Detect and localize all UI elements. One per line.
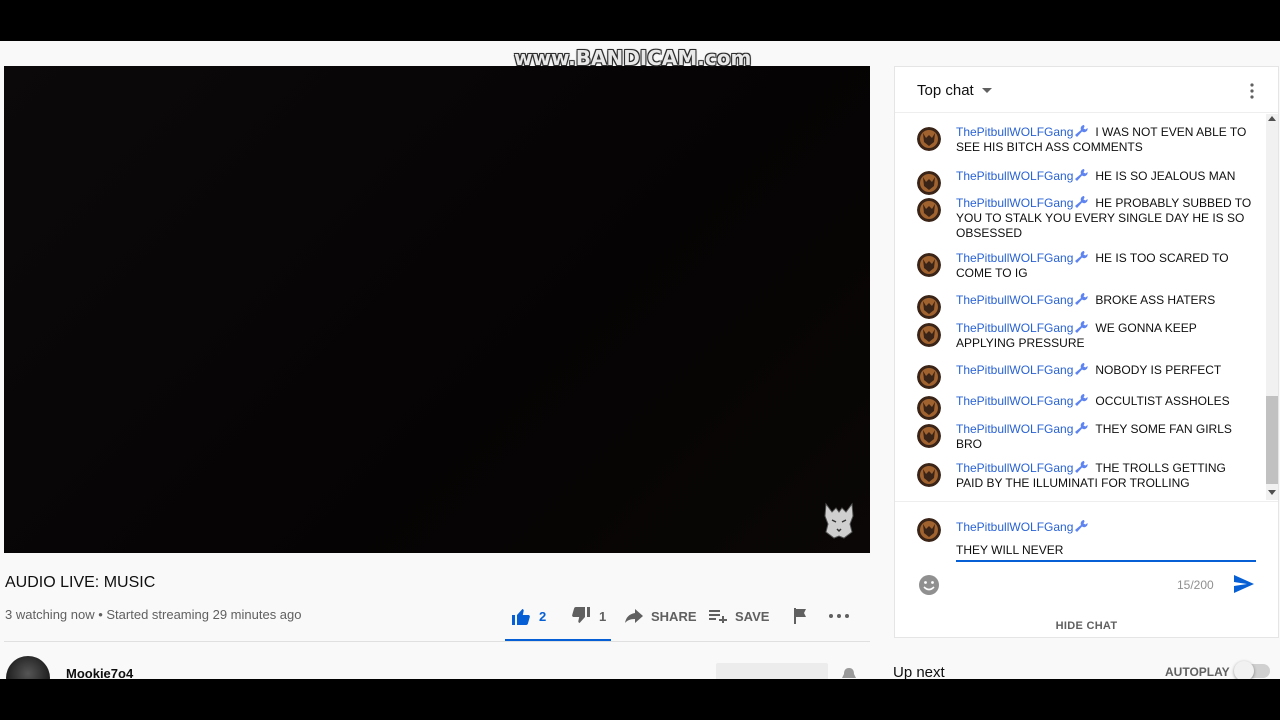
chat-header: Top chat — [895, 67, 1278, 113]
letterbox-bar — [0, 679, 1280, 720]
divider — [4, 641, 870, 642]
dislike-count: 1 — [599, 608, 607, 624]
report-button[interactable] — [789, 600, 829, 632]
video-actions: 2 1 SHARE SAVE — [505, 600, 859, 642]
chat-composer: ThePitbullWOLFGang 15/200 HIDE CHAT — [895, 501, 1278, 639]
composer-avatar — [917, 518, 941, 542]
author-avatar[interactable] — [917, 198, 941, 222]
chat-message-text: HE IS SO JEALOUS MAN — [1095, 169, 1236, 183]
playlist-add-icon — [709, 610, 727, 623]
emoji-icon[interactable] — [918, 574, 940, 596]
chat-author[interactable]: ThePitbullWOLFGang — [956, 251, 1073, 265]
video-meta: 3 watching now • Started streaming 29 mi… — [5, 607, 302, 622]
wrench-icon — [1075, 520, 1088, 532]
share-button[interactable]: SHARE — [611, 600, 697, 632]
chat-mode-dropdown[interactable]: Top chat — [917, 82, 992, 99]
author-avatar[interactable] — [917, 253, 941, 277]
chat-author[interactable]: ThePitbullWOLFGang — [956, 169, 1073, 183]
scroll-down-arrow-icon[interactable] — [1268, 490, 1276, 495]
chat-message-body: ThePitbullWOLFGang HE IS TOO SCARED TO CO… — [956, 251, 1252, 281]
chat-author[interactable]: ThePitbullWOLFGang — [956, 125, 1073, 139]
chat-message-body: ThePitbullWOLFGang THE TROLLS GETTING PAI… — [956, 461, 1252, 491]
more-horizontal-icon — [829, 614, 849, 618]
composer-author-name: ThePitbullWOLFGang — [956, 520, 1074, 534]
chat-message-text: BROKE ASS HATERS — [1095, 293, 1216, 307]
wrench-icon — [1075, 251, 1088, 263]
thumbs-up-icon — [512, 609, 530, 625]
autoplay-label: AUTOPLAY — [1165, 665, 1230, 679]
chat-messages[interactable]: ThePitbullWOLFGang I WAS NOT EVEN ABLE TO… — [895, 119, 1265, 499]
author-avatar[interactable] — [917, 365, 941, 389]
author-avatar[interactable] — [917, 127, 941, 151]
chat-message-body: ThePitbullWOLFGang WE GONNA KEEP APPLYING… — [956, 321, 1252, 351]
author-avatar[interactable] — [917, 396, 941, 420]
wrench-icon — [1075, 196, 1088, 208]
chat-author[interactable]: ThePitbullWOLFGang — [956, 196, 1073, 210]
share-label: SHARE — [651, 608, 697, 624]
live-chat-panel: Top chat ThePitbullWOLFGang I WAS NOT EVE… — [894, 66, 1279, 638]
author-avatar[interactable] — [917, 424, 941, 448]
author-avatar[interactable] — [917, 295, 941, 319]
chat-message-text: NOBODY IS PERFECT — [1095, 363, 1222, 377]
author-avatar[interactable] — [917, 171, 941, 195]
chat-author[interactable]: ThePitbullWOLFGang — [956, 394, 1073, 408]
character-counter: 15/200 — [1177, 578, 1214, 592]
chat-message-input[interactable] — [956, 540, 1256, 562]
send-icon[interactable] — [1233, 573, 1255, 595]
save-button[interactable]: SAVE — [697, 600, 789, 632]
chat-message-text: OCCULTIST ASSHOLES — [1095, 394, 1230, 408]
chat-author[interactable]: ThePitbullWOLFGang — [956, 422, 1073, 436]
chat-author[interactable]: ThePitbullWOLFGang — [956, 461, 1073, 475]
wrench-icon — [1075, 461, 1088, 473]
scroll-up-arrow-icon[interactable] — [1268, 116, 1276, 121]
chat-message-body: ThePitbullWOLFGang NOBODY IS PERFECT — [956, 363, 1252, 378]
wolf-logo-icon — [824, 502, 854, 539]
video-player[interactable] — [4, 66, 870, 553]
wrench-icon — [1075, 422, 1088, 434]
author-avatar[interactable] — [917, 463, 941, 487]
chat-mode-label: Top chat — [917, 82, 974, 99]
chat-message-body: ThePitbullWOLFGang BROKE ASS HATERS — [956, 293, 1252, 308]
more-actions-button[interactable] — [829, 600, 859, 632]
chat-message-body: ThePitbullWOLFGang THEY SOME FAN GIRLS BR… — [956, 422, 1252, 452]
chat-message-body: ThePitbullWOLFGang OCCULTIST ASSHOLES — [956, 394, 1252, 409]
wrench-icon — [1075, 125, 1088, 137]
save-label: SAVE — [735, 608, 770, 624]
chat-author[interactable]: ThePitbullWOLFGang — [956, 321, 1073, 335]
hide-chat-button[interactable]: HIDE CHAT — [895, 620, 1278, 632]
like-count: 2 — [539, 608, 547, 624]
autoplay-toggle-knob[interactable] — [1234, 661, 1254, 681]
wrench-icon — [1075, 293, 1088, 305]
wrench-icon — [1075, 363, 1088, 375]
dislike-button[interactable]: 1 — [561, 600, 611, 632]
wrench-icon — [1075, 394, 1088, 406]
chevron-down-icon — [981, 88, 992, 93]
thumbs-down-icon — [572, 607, 590, 623]
chat-message-body: ThePitbullWOLFGang I WAS NOT EVEN ABLE TO… — [956, 125, 1252, 155]
chat-message-body: ThePitbullWOLFGang HE PROBABLY SUBBED TO … — [956, 196, 1252, 241]
more-vertical-icon[interactable] — [1250, 83, 1254, 99]
bandicam-watermark: www.BANDICAM.com — [514, 46, 752, 70]
like-button[interactable]: 2 — [505, 600, 561, 632]
author-avatar[interactable] — [917, 323, 941, 347]
wrench-icon — [1075, 169, 1088, 181]
share-arrow-icon — [625, 609, 643, 623]
chat-scrollbar-thumb[interactable] — [1266, 396, 1278, 484]
video-title: AUDIO LIVE: MUSIC — [5, 574, 156, 591]
chat-message-body: ThePitbullWOLFGang HE IS SO JEALOUS MAN — [956, 169, 1252, 184]
wrench-icon — [1075, 321, 1088, 333]
composer-author: ThePitbullWOLFGang — [956, 520, 1095, 534]
flag-icon — [794, 608, 806, 624]
chat-author[interactable]: ThePitbullWOLFGang — [956, 363, 1073, 377]
chat-author[interactable]: ThePitbullWOLFGang — [956, 293, 1073, 307]
